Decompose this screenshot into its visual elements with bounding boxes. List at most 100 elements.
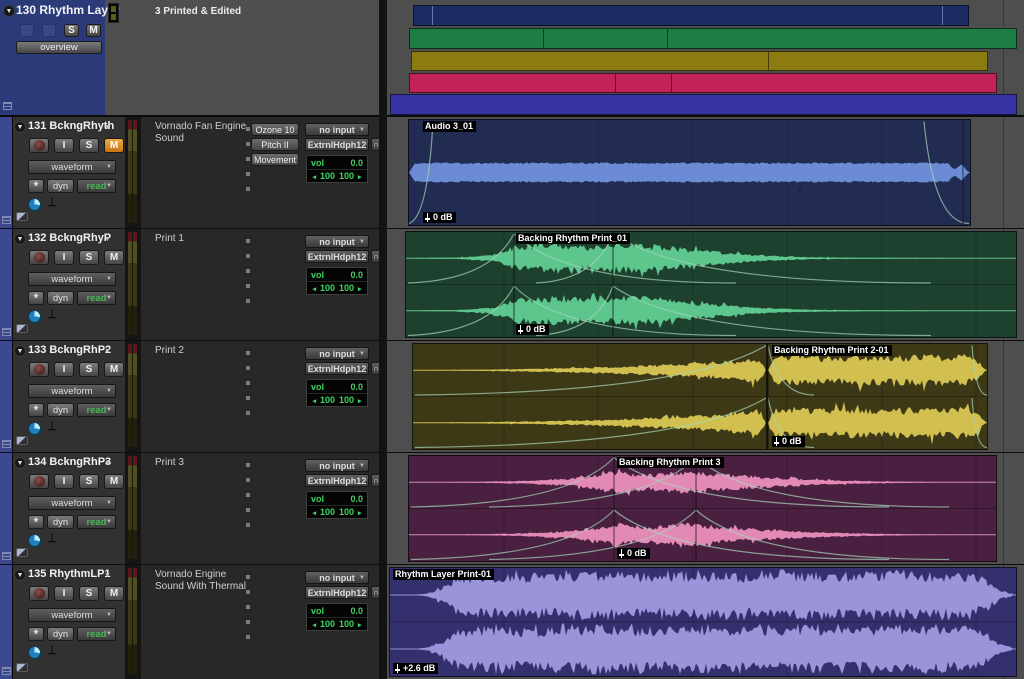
input-selector[interactable]: no input▼ (305, 571, 369, 584)
timeline-row[interactable]: Backing Rhythm Print_010 dB (387, 229, 1024, 340)
record-button[interactable] (29, 138, 49, 153)
pan-display[interactable]: ◄ 100100 ► (307, 617, 367, 630)
record-button[interactable] (29, 250, 49, 265)
insert-slot-dot[interactable] (246, 381, 250, 385)
timeline-row[interactable]: Rhythm Layer Print-01+2.6 dB (387, 565, 1024, 679)
elastic-audio-button[interactable]: * (28, 291, 44, 305)
track-view-selector[interactable]: waveform▼ (28, 160, 116, 174)
mute-button[interactable]: M (104, 138, 124, 153)
automation-mode-selector[interactable]: read▼ (77, 179, 116, 193)
clip[interactable]: Backing Rhythm Print 30 dB (408, 455, 997, 562)
insert-slot-dot[interactable] (246, 575, 250, 579)
record-button[interactable] (29, 362, 49, 377)
headphone-button[interactable]: ∩ (371, 250, 379, 263)
clip[interactable]: Audio 3_010 dB (408, 119, 971, 226)
insert-slot-dot[interactable] (246, 523, 250, 527)
elastic-audio-button[interactable]: * (28, 515, 44, 529)
record-button[interactable] (29, 474, 49, 489)
solo-button[interactable]: S (79, 586, 99, 601)
input-monitor-button[interactable]: I (54, 474, 74, 489)
headphone-button[interactable]: ∩ (371, 362, 379, 375)
mute-button[interactable]: M (104, 474, 124, 489)
insert-slot-dot[interactable] (246, 635, 250, 639)
clip-gain-badge[interactable]: 0 dB (617, 548, 650, 559)
insert-slot-dot[interactable] (246, 157, 250, 161)
automation-mode-selector[interactable]: read▼ (77, 515, 116, 529)
insert-slot-dot[interactable] (246, 620, 250, 624)
headphone-button[interactable]: ∩ (371, 586, 379, 599)
insert-slot-dot[interactable] (246, 590, 250, 594)
elastic-audio-button[interactable]: * (28, 179, 44, 193)
output-selector[interactable]: ExtrnlHdph12 (305, 250, 369, 263)
dyn-button[interactable]: dyn (47, 179, 74, 193)
volume-display[interactable]: vol0.0 (307, 492, 367, 505)
track-view-selector[interactable]: waveform▼ (28, 496, 116, 510)
insert-slot-dot[interactable] (246, 508, 250, 512)
track-view-selector[interactable]: waveform▼ (28, 384, 116, 398)
collapse-button[interactable]: ▼ (14, 121, 26, 133)
volume-display[interactable]: vol0.0 (307, 268, 367, 281)
track-title[interactable]: 133 BckngRhP2 (28, 344, 111, 356)
elastic-audio-button[interactable]: * (28, 627, 44, 641)
insert-slot-dot[interactable] (246, 299, 250, 303)
clip-gain-badge[interactable]: 0 dB (516, 324, 549, 335)
clip-gain-badge[interactable]: +2.6 dB (393, 663, 438, 674)
track-title[interactable]: 134 BckngRhP3 (28, 456, 111, 468)
clip[interactable]: Backing Rhythm Print_010 dB (405, 231, 1017, 338)
insert-button[interactable]: Ozone 10 (251, 123, 299, 136)
collapse-button[interactable]: ▼ (14, 457, 26, 469)
track-view-selector[interactable]: waveform▼ (28, 272, 116, 286)
insert-slot-dot[interactable] (246, 187, 250, 191)
solo-button[interactable]: S (79, 474, 99, 489)
output-selector[interactable]: ExtrnlHdph12 (305, 362, 369, 375)
pan-display[interactable]: ◄ 100100 ► (307, 281, 367, 294)
insert-slot-dot[interactable] (246, 478, 250, 482)
overview-clip-bar[interactable] (409, 73, 997, 93)
insert-slot-dot[interactable] (246, 284, 250, 288)
input-monitor-button[interactable]: I (54, 586, 74, 601)
volume-display[interactable]: vol0.0 (307, 604, 367, 617)
folder-overview-button[interactable]: overview (16, 41, 102, 54)
input-selector[interactable]: no input▼ (305, 123, 369, 136)
input-selector[interactable]: no input▼ (305, 459, 369, 472)
pan-display[interactable]: ◄ 100100 ► (307, 169, 367, 182)
insert-slot-dot[interactable] (246, 172, 250, 176)
automation-mode-selector[interactable]: read▼ (77, 291, 116, 305)
insert-slot-dot[interactable] (246, 463, 250, 467)
overview-clip-bar[interactable] (409, 28, 1017, 49)
clip[interactable] (412, 343, 767, 450)
insert-slot-dot[interactable] (246, 605, 250, 609)
folder-comments-area[interactable] (105, 0, 379, 115)
mute-button[interactable]: M (104, 250, 124, 265)
input-monitor-button[interactable]: I (54, 138, 74, 153)
dyn-button[interactable]: dyn (47, 403, 74, 417)
timeline-row[interactable]: Audio 3_010 dB♪ (387, 117, 1024, 228)
volume-display[interactable]: vol0.0 (307, 380, 367, 393)
timeline-row[interactable] (387, 0, 1024, 115)
clip-gain-badge[interactable]: 0 dB (772, 436, 805, 447)
clip[interactable]: Backing Rhythm Print 2-010 dB (767, 343, 988, 450)
input-monitor-button[interactable]: I (54, 362, 74, 377)
clip[interactable]: Rhythm Layer Print-01+2.6 dB (389, 567, 1017, 677)
record-button[interactable] (29, 586, 49, 601)
folder-mute-button[interactable]: M (86, 24, 101, 37)
overview-clip-bar[interactable] (411, 51, 988, 71)
solo-button[interactable]: S (79, 250, 99, 265)
track-view-selector[interactable]: waveform▼ (28, 608, 116, 622)
insert-button[interactable]: Movement (251, 153, 299, 166)
collapse-button[interactable]: ▼ (14, 569, 26, 581)
insert-slot-dot[interactable] (246, 351, 250, 355)
output-selector[interactable]: ExtrnlHdph12 (305, 474, 369, 487)
solo-button[interactable]: S (79, 362, 99, 377)
elastic-audio-button[interactable]: * (28, 403, 44, 417)
folder-solo-button[interactable]: S (64, 24, 79, 37)
pan-display[interactable]: ◄ 100100 ► (307, 393, 367, 406)
clip-gain-badge[interactable]: 0 dB (423, 212, 456, 223)
insert-slot-dot[interactable] (246, 269, 250, 273)
insert-slot-dot[interactable] (246, 142, 250, 146)
headphone-button[interactable]: ∩ (371, 138, 379, 151)
insert-button[interactable]: Pitch II (251, 138, 299, 151)
insert-slot-dot[interactable] (246, 493, 250, 497)
pan-display[interactable]: ◄ 100100 ► (307, 505, 367, 518)
folder-collapse-button[interactable]: ▼ (3, 5, 15, 17)
